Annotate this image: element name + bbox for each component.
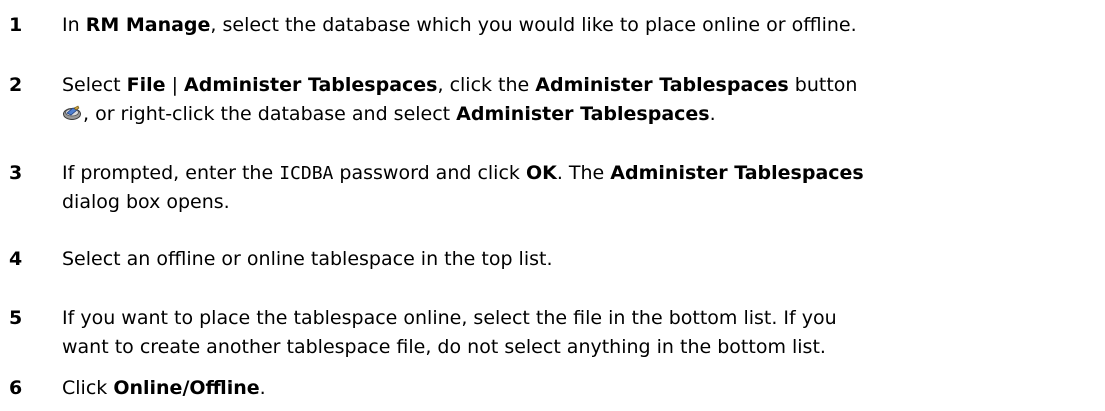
step-text: If you want to place the tablespace onli… (62, 307, 837, 358)
ui-term: File (126, 74, 166, 96)
procedure-steps: 1 In RM Manage, select the database whic… (0, 0, 1105, 411)
step-text: If prompted, enter the ICDBA password an… (62, 162, 864, 213)
ui-term: Administer Tablespaces (456, 103, 710, 125)
code-term: ICDBA (279, 163, 334, 184)
ui-term: Online/Offline (113, 377, 260, 399)
step-text: Select File | Administer Tablespaces, cl… (62, 74, 858, 125)
step-text: In RM Manage, select the database which … (62, 14, 857, 36)
ui-term: Administer Tablespaces (535, 74, 789, 96)
ui-term: OK (525, 162, 557, 184)
administer-tablespaces-icon (62, 104, 82, 122)
ui-term: Administer Tablespaces (184, 74, 438, 96)
step-number: 4 (9, 248, 23, 270)
step-number: 5 (9, 307, 23, 329)
ui-term: Administer Tablespaces (610, 162, 864, 184)
step-number: 3 (9, 162, 23, 184)
ui-term: RM Manage (85, 14, 211, 36)
step-text: Select an offline or online tablespace i… (62, 248, 553, 270)
step-number: 1 (9, 14, 23, 36)
step-number: 6 (9, 377, 23, 399)
step-text: Click Online/Offline. (62, 377, 266, 399)
step-number: 2 (9, 74, 23, 96)
